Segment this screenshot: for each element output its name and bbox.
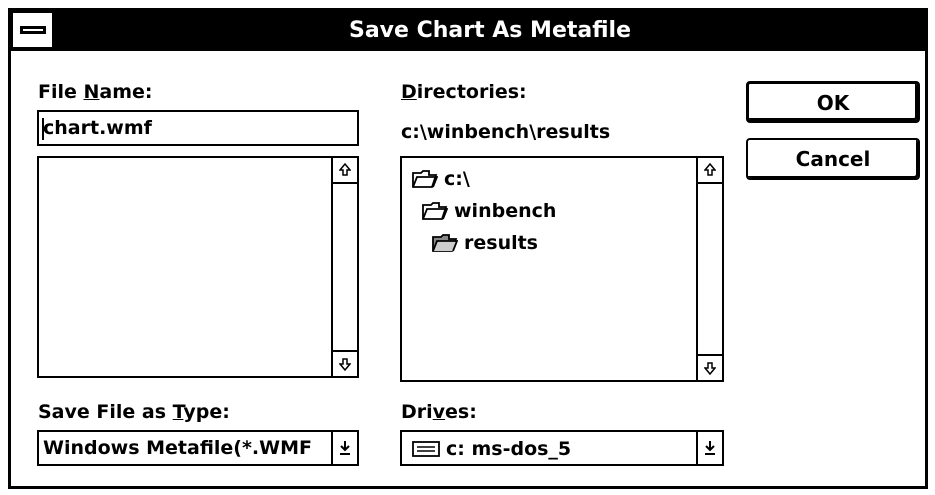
scroll-up-icon[interactable] [698,158,722,184]
directory-list[interactable]: c:\ winbench results [400,156,724,382]
dropdown-arrow-icon[interactable] [331,432,357,464]
file-name-input[interactable]: chart.wmf [37,110,359,146]
save-type-value: Windows Metafile(*.WMF [43,437,312,459]
drives-label: Drives: [401,401,477,423]
folder-open-selected-icon [432,234,458,252]
drive-icon [412,441,440,457]
system-menu-button[interactable] [13,13,55,47]
folder-open-icon [412,170,438,188]
drives-dropdown[interactable]: c: ms-dos_5 [400,430,724,466]
title-bar[interactable]: Save Chart As Metafile [11,11,925,51]
file-list[interactable] [37,156,359,378]
drives-value: c: ms-dos_5 [446,438,572,460]
system-menu-icon [20,26,46,34]
scroll-down-icon[interactable] [333,350,357,376]
folder-open-icon [422,202,448,220]
directory-item-root[interactable]: c:\ [412,168,470,190]
drives-value-wrap: c: ms-dos_5 [412,438,571,460]
dialog-title: Save Chart As Metafile [348,18,631,43]
directory-item-results[interactable]: results [432,232,538,254]
save-chart-dialog: Save Chart As Metafile File Name: chart.… [8,8,928,489]
directories-label: Directories: [401,81,527,103]
directory-list-scrollbar[interactable] [696,158,722,380]
save-type-dropdown[interactable]: Windows Metafile(*.WMF [37,430,359,466]
scroll-up-icon[interactable] [333,158,357,184]
save-type-label: Save File as Type: [38,401,230,423]
file-name-value: chart.wmf [43,117,152,139]
dropdown-arrow-icon[interactable] [696,432,722,464]
directory-item-winbench[interactable]: winbench [422,200,556,222]
cancel-button[interactable]: Cancel [746,138,920,180]
file-name-label: File Name: [38,81,153,103]
current-directory-path: c:\winbench\results [401,121,611,143]
file-list-scrollbar[interactable] [331,158,357,376]
scroll-down-icon[interactable] [698,354,722,380]
ok-button[interactable]: OK [746,81,920,123]
